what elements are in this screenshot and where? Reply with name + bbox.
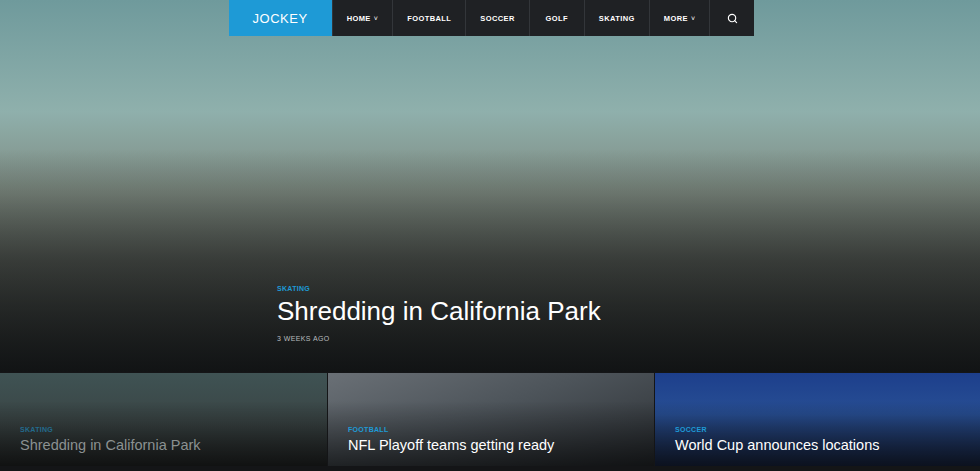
nav-item[interactable]: GOLF <box>529 0 584 36</box>
chevron-icon: ˅ <box>374 15 379 22</box>
card-title: Shredding in California Park <box>20 436 307 454</box>
card-category: FOOTBALL <box>348 426 634 433</box>
hero-title[interactable]: Shredding in California Park <box>277 296 980 327</box>
card-title: World Cup announces locations <box>675 436 960 454</box>
nav-item[interactable]: SOCCER <box>465 0 529 36</box>
hero: JOCKEYHOME˅FOOTBALLSOCCERGOLFSKATINGMORE… <box>0 0 980 372</box>
search-button[interactable] <box>709 0 754 36</box>
chevron-icon: ˅ <box>691 15 696 22</box>
page: JOCKEYHOME˅FOOTBALLSOCCERGOLFSKATINGMORE… <box>0 0 980 471</box>
card-title: NFL Playoff teams getting ready <box>348 436 634 454</box>
article-card[interactable]: FOOTBALL NFL Playoff teams getting ready <box>328 373 654 466</box>
article-card[interactable]: SKATING Shredding in California Park <box>0 373 327 466</box>
nav-menu: JOCKEYHOME˅FOOTBALLSOCCERGOLFSKATINGMORE… <box>229 0 755 36</box>
nav-item[interactable]: MORE˅ <box>649 0 710 36</box>
logo[interactable]: JOCKEY <box>229 0 332 36</box>
search-icon <box>727 13 738 24</box>
article-card[interactable]: SOCCER World Cup announces locations <box>655 373 980 466</box>
card-row: SKATING Shredding in California Park FOOTB… <box>0 373 980 466</box>
nav-bar: JOCKEYHOME˅FOOTBALLSOCCERGOLFSKATINGMORE… <box>0 0 980 36</box>
hero-category[interactable]: SKATING <box>277 285 980 292</box>
hero-time: 3 WEEKS AGO <box>277 335 980 342</box>
card-category: SOCCER <box>675 426 960 433</box>
card-category: SKATING <box>20 426 307 433</box>
nav-item[interactable]: HOME˅ <box>332 0 393 36</box>
hero-caption: SKATING Shredding in California Park 3 WEE… <box>0 285 980 372</box>
nav-item[interactable]: FOOTBALL <box>392 0 465 36</box>
nav-item[interactable]: SKATING <box>584 0 649 36</box>
